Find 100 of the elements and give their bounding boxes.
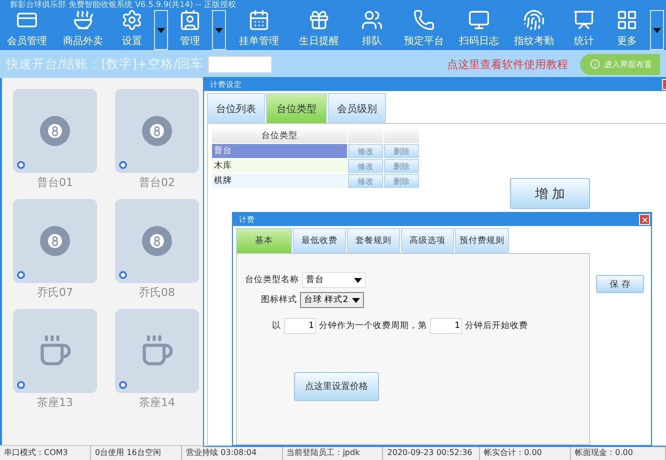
toolbar-button[interactable]: 预定平台 xyxy=(396,9,452,52)
column-header xyxy=(384,129,419,143)
caret-icon xyxy=(352,298,360,302)
billiard-ball-icon xyxy=(142,116,172,146)
coffee-cup-icon xyxy=(140,334,174,368)
icon-style-select[interactable]: 台球 样式2 xyxy=(300,292,364,308)
window-title: 辉影台球俱乐部 免费智能收银系统 V6.5.9.9(共14) -- 正版授权 xyxy=(9,0,237,9)
gift-icon xyxy=(308,9,330,31)
column-header xyxy=(348,129,383,143)
table-name: 乔氏07 xyxy=(37,285,73,301)
toolbar-button[interactable]: 会员管理 xyxy=(0,9,54,52)
edit-button[interactable]: 修改 xyxy=(348,174,383,188)
field-label: 分钟后开始收费 xyxy=(465,320,528,332)
dropdown-button[interactable] xyxy=(154,10,168,50)
status-dot xyxy=(17,161,25,169)
layout-button[interactable]: 进入界面布置 xyxy=(580,54,660,74)
field-label: 台位类型名称 xyxy=(245,274,299,286)
edit-button[interactable]: 修改 xyxy=(348,144,383,158)
fingerprint-icon xyxy=(523,9,545,31)
caret-icon xyxy=(157,28,165,32)
status-dot xyxy=(119,161,127,169)
toolbar-button[interactable]: 统计 xyxy=(562,9,606,52)
coffee-cup-icon xyxy=(38,334,72,368)
table-tile[interactable] xyxy=(115,199,199,283)
status-text: 营业持续 03:08:04 xyxy=(182,446,283,460)
tab[interactable]: 基本 xyxy=(236,228,292,253)
status-dot xyxy=(119,381,127,389)
tab[interactable]: 最低收费 xyxy=(293,228,346,253)
table-cell[interactable]: 棋牌 xyxy=(212,174,347,188)
dropdown-button[interactable] xyxy=(650,10,664,50)
grid-icon xyxy=(616,9,638,31)
status-text: 0台使用 16台空闲 xyxy=(91,446,182,460)
table-cell[interactable]: 木库 xyxy=(212,159,347,173)
table-name: 茶座13 xyxy=(37,395,73,411)
tab[interactable]: 套餐规则 xyxy=(347,228,400,253)
toolbar-button[interactable]: 更多 xyxy=(606,9,648,52)
toolbar-button[interactable]: 挂单管理 xyxy=(228,9,290,52)
id-card-icon xyxy=(179,9,201,31)
people-icon xyxy=(361,9,383,31)
status-dot xyxy=(17,271,25,279)
field-label: 以 xyxy=(272,320,281,332)
toolbar-button[interactable]: 生日提醒 xyxy=(290,9,348,52)
tutorial-link[interactable]: 点这里查看软件使用教程 xyxy=(447,56,568,72)
tab[interactable]: 会员级别 xyxy=(328,93,386,123)
table-name: 普台01 xyxy=(37,175,73,191)
table-name: 茶座14 xyxy=(139,395,175,411)
toolbar-button[interactable]: 排队 xyxy=(348,9,396,52)
caret-icon xyxy=(653,28,661,32)
delete-button[interactable]: 删除 xyxy=(384,174,419,188)
status-text: 帐实合计：0.00 xyxy=(480,446,572,460)
billiard-ball-icon xyxy=(40,116,70,146)
table-tile[interactable] xyxy=(115,309,199,393)
toolbar-button[interactable]: 商品外卖 xyxy=(54,9,112,52)
status-dot xyxy=(17,381,25,389)
toolbar-button[interactable]: 设置 xyxy=(112,9,152,52)
table-tile[interactable] xyxy=(13,309,97,393)
tab[interactable]: 预付费规则 xyxy=(455,228,509,253)
quick-open-field[interactable] xyxy=(208,56,272,72)
quick-open-label: 快速开台/结账：[数字]+空格/回车 xyxy=(6,56,204,72)
phone-icon xyxy=(413,9,435,31)
dropdown-button[interactable] xyxy=(212,10,226,50)
toolbar-button[interactable]: 扫码日志 xyxy=(452,9,506,52)
tab[interactable]: 台位类型 xyxy=(266,93,327,123)
edit-button[interactable]: 修改 xyxy=(348,159,383,173)
close-button[interactable] xyxy=(639,214,650,225)
status-text: 串口模式：COM3 xyxy=(0,446,92,460)
toolbar-button[interactable]: 管理 xyxy=(170,9,210,52)
caret-icon xyxy=(354,278,362,282)
save-button[interactable]: 保 存 xyxy=(596,275,644,293)
presentation-board-icon xyxy=(573,9,595,31)
table-name: 乔氏08 xyxy=(139,285,175,301)
table-tile[interactable] xyxy=(115,89,199,173)
tab[interactable]: 台位列表 xyxy=(207,93,265,123)
add-button[interactable]: 增 加 xyxy=(510,178,590,209)
calendar-icon xyxy=(248,9,270,31)
type-name-select[interactable]: 普台 xyxy=(302,272,366,288)
billiard-ball-icon xyxy=(40,226,70,256)
close-icon xyxy=(640,216,648,224)
table-tile[interactable] xyxy=(13,199,97,283)
status-text: 2020-09-23 00:52:36 xyxy=(383,446,480,460)
toolbar-button[interactable]: 指纹考勤 xyxy=(506,9,562,52)
info-icon xyxy=(590,59,600,69)
column-header: 台位类型 xyxy=(212,129,347,143)
set-price-button[interactable]: 点这里设置价格 xyxy=(294,372,379,401)
table-name: 普台02 xyxy=(139,175,175,191)
status-dot xyxy=(119,271,127,279)
table-cell[interactable]: 普台 xyxy=(212,144,347,158)
period-field[interactable]: 1 xyxy=(284,318,316,334)
caret-icon xyxy=(215,28,223,32)
status-text: 帐面现金：0.00 xyxy=(571,446,666,460)
field-label: 图标样式 xyxy=(261,294,297,306)
field-label: 分钟作为一个收费周期，第 xyxy=(319,320,427,332)
billiard-ball-icon xyxy=(142,226,172,256)
start-field[interactable]: 1 xyxy=(430,318,462,334)
tab[interactable]: 高级选项 xyxy=(401,228,454,253)
table-tile[interactable] xyxy=(13,89,97,173)
delete-button[interactable]: 删除 xyxy=(384,159,419,173)
delete-button[interactable]: 删除 xyxy=(384,144,419,158)
bowl-icon xyxy=(72,9,94,31)
status-text: 当前登陆员工：jpdk xyxy=(282,446,384,460)
